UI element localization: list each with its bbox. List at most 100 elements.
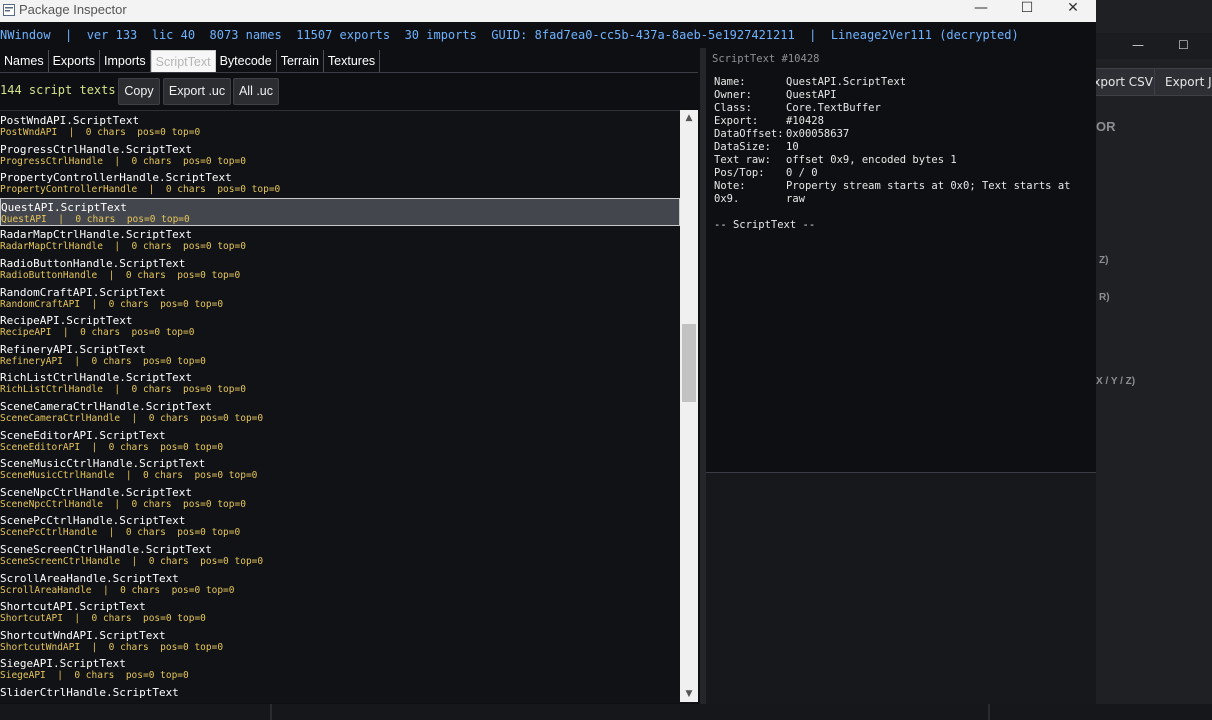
scroll-down-icon[interactable]: ▼ xyxy=(680,686,698,702)
field-key: Export: xyxy=(714,115,759,127)
list-item[interactable]: RandomCraftAPI.ScriptText RandomCraftAPI… xyxy=(0,284,680,312)
item-name: SceneEditorAPI.ScriptText xyxy=(0,429,166,442)
list-item[interactable]: ScrollAreaHandle.ScriptText ScrollAreaHa… xyxy=(0,570,680,598)
tab-exports[interactable]: Exports xyxy=(49,50,100,72)
scrollbar-thumb[interactable] xyxy=(682,324,696,402)
detail-row-owner: Owner: QuestAPI xyxy=(714,89,1092,102)
list-item[interactable]: SceneScreenCtrlHandle.ScriptText SceneSc… xyxy=(0,541,680,569)
bg-axis-label-z: Z) xyxy=(1099,255,1109,266)
detail-row-name: Name: QuestAPI.ScriptText xyxy=(714,76,1092,89)
list-item[interactable]: RefineryAPI.ScriptText RefineryAPI | 0 c… xyxy=(0,341,680,369)
close-button[interactable]: ✕ xyxy=(1050,0,1096,22)
item-name: RadarMapCtrlHandle.ScriptText xyxy=(0,228,193,241)
export-json-button[interactable]: Export JS xyxy=(1154,68,1212,96)
field-value-continued: 0x9. xyxy=(714,193,740,205)
item-name: SiegeAPI.ScriptText xyxy=(0,657,126,670)
list-item[interactable]: SiegeAPI.ScriptText SiegeAPI | 0 chars p… xyxy=(0,655,680,683)
field-key: Owner: xyxy=(714,89,752,101)
field-key: Name: xyxy=(714,76,746,88)
field-key: Note: xyxy=(714,180,746,192)
export-uc-button[interactable]: Export .uc xyxy=(163,78,231,105)
script-count: 144 script texts xyxy=(0,83,116,97)
detail-pane: ScriptText #10428 Name: QuestAPI.ScriptT… xyxy=(706,48,1096,704)
list-item[interactable]: SceneMusicCtrlHandle.ScriptText SceneMus… xyxy=(0,455,680,483)
list-item[interactable]: SliderCtrlHandle.ScriptText xyxy=(0,684,680,703)
list-item[interactable]: PropertyControllerHandle.ScriptText Prop… xyxy=(0,169,680,197)
tab-scripttext[interactable]: ScriptText xyxy=(150,50,216,73)
detail-row-export: Export: #10428 xyxy=(714,115,1092,128)
field-key: Text raw: xyxy=(714,154,771,166)
list-item[interactable]: SceneNpcCtrlHandle.ScriptText SceneNpcCt… xyxy=(0,484,680,512)
package-info-bar: NWindow | ver 133 lic 40 8073 names 1150… xyxy=(0,28,1019,42)
window-title: Package Inspector xyxy=(19,2,127,17)
list-scrollbar[interactable]: ▲ ▼ xyxy=(680,110,698,702)
field-value: QuestAPI.ScriptText xyxy=(786,76,907,88)
bg-section-label: OR xyxy=(1096,119,1116,134)
detail-header: ScriptText #10428 xyxy=(712,53,820,65)
field-key: DataSize: xyxy=(714,141,771,153)
list-item-selected[interactable]: QuestAPI.ScriptText QuestAPI | 0 chars p… xyxy=(0,198,680,226)
item-name: ProgressCtrlHandle.ScriptText xyxy=(0,143,193,156)
item-info: SceneEditorAPI | 0 chars pos=0 top=0 xyxy=(0,442,224,453)
bg-axis-label-r: R) xyxy=(1099,292,1110,303)
tab-names[interactable]: Names xyxy=(0,50,49,72)
item-info: ScrollAreaHandle | 0 chars pos=0 top=0 xyxy=(0,585,235,596)
item-name: PropertyControllerHandle.ScriptText xyxy=(0,171,232,184)
tab-bar: Names Exports Imports ScriptText Bytecod… xyxy=(0,50,381,73)
item-info: ShortcutWndAPI | 0 chars pos=0 top=0 xyxy=(0,642,224,653)
field-value: 10 xyxy=(786,141,799,153)
item-name: RandomCraftAPI.ScriptText xyxy=(0,286,166,299)
list-item[interactable]: ShortcutAPI.ScriptText ShortcutAPI | 0 c… xyxy=(0,598,680,626)
detail-footer: -- ScriptText -- xyxy=(714,219,816,231)
item-info: RefineryAPI | 0 chars pos=0 top=0 xyxy=(0,356,206,367)
list-item[interactable]: RadarMapCtrlHandle.ScriptText RadarMapCt… xyxy=(0,226,680,254)
titlebar: Package Inspector — ☐ ✕ xyxy=(0,0,1096,22)
item-info: RadarMapCtrlHandle | 0 chars pos=0 top=0 xyxy=(0,241,246,252)
script-text-list[interactable]: PostWndAPI.ScriptText PostWndAPI | 0 cha… xyxy=(0,110,698,703)
tab-textures[interactable]: Textures xyxy=(324,50,381,72)
tab-divider xyxy=(0,72,698,73)
list-item[interactable]: PostWndAPI.ScriptText PostWndAPI | 0 cha… xyxy=(0,112,680,140)
tab-bytecode[interactable]: Bytecode xyxy=(216,50,277,72)
item-name: SceneNpcCtrlHandle.ScriptText xyxy=(0,486,193,499)
export-all-uc-button[interactable]: All .uc xyxy=(233,78,279,105)
detail-row-textraw: Text raw: offset 0x9, encoded bytes 1 xyxy=(714,154,1092,167)
list-item[interactable]: ProgressCtrlHandle.ScriptText ProgressCt… xyxy=(0,141,680,169)
list-item[interactable]: SceneCameraCtrlHandle.ScriptText SceneCa… xyxy=(0,398,680,426)
item-name: QuestAPI.ScriptText xyxy=(1,201,127,214)
field-value: #10428 xyxy=(786,115,824,127)
item-info: SceneScreenCtrlHandle | 0 chars pos=0 to… xyxy=(0,556,264,567)
tab-imports[interactable]: Imports xyxy=(100,50,151,72)
tab-terrain[interactable]: Terrain xyxy=(277,50,324,72)
item-name: PostWndAPI.ScriptText xyxy=(0,114,140,127)
bg-minimize-icon[interactable]: — xyxy=(1132,38,1144,52)
detail-row-note: Note: Property stream starts at 0x0; Tex… xyxy=(714,180,1092,206)
maximize-button[interactable]: ☐ xyxy=(1004,0,1050,22)
list-item[interactable]: ShortcutWndAPI.ScriptText ShortcutWndAPI… xyxy=(0,627,680,655)
list-item[interactable]: ScenePcCtrlHandle.ScriptText ScenePcCtrl… xyxy=(0,512,680,540)
list-item[interactable]: SceneEditorAPI.ScriptText SceneEditorAPI… xyxy=(0,427,680,455)
item-name: ShortcutAPI.ScriptText xyxy=(0,600,146,613)
list-item[interactable]: RadioButtonHandle.ScriptText RadioButton… xyxy=(0,255,680,283)
field-key: Pos/Top: xyxy=(714,167,765,179)
list-item[interactable]: RecipeAPI.ScriptText RecipeAPI | 0 chars… xyxy=(0,312,680,340)
item-info: SiegeAPI | 0 chars pos=0 top=0 xyxy=(0,670,189,681)
item-info: RadioButtonHandle | 0 chars pos=0 top=0 xyxy=(0,270,241,281)
item-info: ShortcutAPI | 0 chars pos=0 top=0 xyxy=(0,613,206,624)
copy-button[interactable]: Copy xyxy=(118,78,160,105)
field-value: offset 0x9, encoded bytes 1 xyxy=(786,154,957,166)
item-name: SceneScreenCtrlHandle.ScriptText xyxy=(0,543,212,556)
item-info: ProgressCtrlHandle | 0 chars pos=0 top=0 xyxy=(0,156,246,167)
app-icon xyxy=(3,4,15,16)
field-value: 0 / 0 xyxy=(786,167,818,179)
item-info: SceneCameraCtrlHandle | 0 chars pos=0 to… xyxy=(0,413,264,424)
scroll-up-icon[interactable]: ▲ xyxy=(680,110,698,126)
bg-maximize-icon[interactable]: ☐ xyxy=(1178,38,1189,52)
item-info: RecipeAPI | 0 chars pos=0 top=0 xyxy=(0,327,195,338)
item-name: SceneMusicCtrlHandle.ScriptText xyxy=(0,457,206,470)
list-item[interactable]: RichListCtrlHandle.ScriptText RichListCt… xyxy=(0,369,680,397)
minimize-button[interactable]: — xyxy=(958,0,1004,22)
detail-row-class: Class: Core.TextBuffer xyxy=(714,102,1092,115)
item-name: RadioButtonHandle.ScriptText xyxy=(0,257,186,270)
item-info: ScenePcCtrlHandle | 0 chars pos=0 top=0 xyxy=(0,527,241,538)
